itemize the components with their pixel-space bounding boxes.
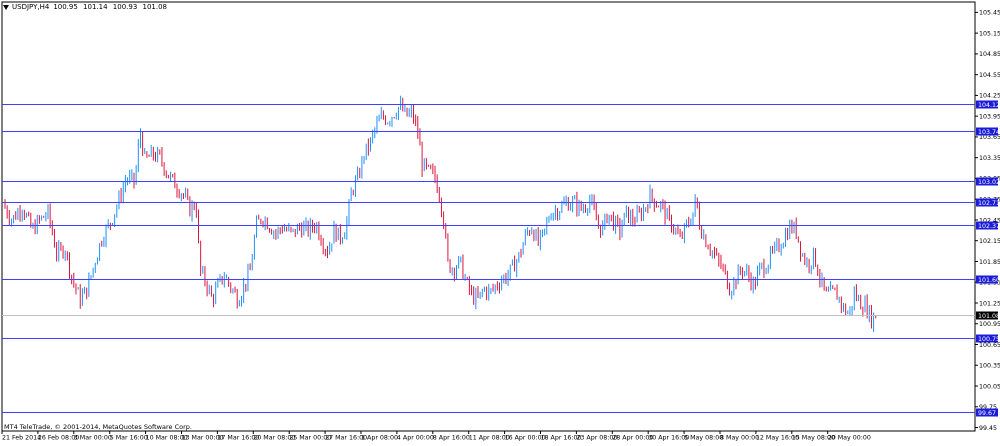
- ohlc-values: 100.95 101.14 100.93 101.08: [53, 3, 170, 11]
- x-tick-label: 30 Apr 16:00: [648, 435, 689, 442]
- x-tick-label: 23 Apr 08:00: [576, 435, 617, 442]
- level-price-label: 103.74: [978, 129, 1000, 136]
- y-tick-label: 100.95: [979, 321, 1000, 328]
- open-value: 100.95: [53, 3, 78, 11]
- x-tick-label: 3 Mar 00:00: [74, 435, 112, 442]
- level-price-label: 101.60: [978, 277, 1000, 284]
- x-tick-label: 16 Apr 00:00: [505, 435, 546, 442]
- x-tick-label: 20 May 00:00: [828, 435, 871, 442]
- close-value: 101.08: [142, 3, 168, 11]
- y-tick-label: 103.35: [979, 155, 1000, 162]
- x-tick-label: 1 Apr 08:00: [361, 435, 398, 442]
- y-tick-label: 105.15: [979, 30, 1000, 37]
- low-value: 100.93: [112, 3, 138, 11]
- chart-title-bar: USDJPY,H4 100.95 101.14 100.93 101.08: [3, 1, 170, 13]
- y-tick-label: 104.55: [979, 72, 1000, 79]
- x-tick-label: 8 May 00:00: [720, 435, 759, 442]
- high-value: 101.14: [83, 3, 108, 11]
- y-tick-label: 101.85: [979, 259, 1000, 266]
- y-tick-label: 101.25: [979, 300, 1000, 307]
- level-price-label: 100.75: [978, 336, 1000, 343]
- level-price-label: 103.02: [978, 179, 1000, 186]
- copyright-text: MT4 TeleTrade, © 2001-2014, MetaQuotes S…: [4, 423, 192, 431]
- y-tick-label: 99.45: [979, 425, 997, 432]
- level-price-label: 102.37: [978, 223, 1000, 230]
- chart-window[interactable]: 105.45 105.15 104.85 104.55 104.25 103.95 103.…: [0, 0, 1000, 442]
- y-tick-label: 104.85: [979, 51, 1000, 58]
- plot-frame: [1, 1, 976, 432]
- level-price-label: 99.67: [978, 410, 996, 417]
- x-tick-label: 5 Mar 16:00: [110, 435, 148, 442]
- y-tick-label: 102.15: [979, 238, 1000, 245]
- y-tick-label: 103.95: [979, 113, 1000, 120]
- x-tick-label: 8 Apr 16:00: [433, 435, 470, 442]
- dropdown-triangle-icon[interactable]: [3, 4, 9, 10]
- y-tick-label: 100.35: [979, 363, 1000, 370]
- x-tick-label: 4 Apr 00:00: [397, 435, 434, 442]
- y-tick-label: 104.25: [979, 93, 1000, 100]
- y-tick-label: 100.05: [979, 383, 1000, 390]
- x-tick-label: 5 May 08:00: [684, 435, 723, 442]
- symbol-label: USDJPY,H4: [12, 3, 50, 11]
- level-price-label: 104.12: [978, 102, 1000, 109]
- x-tick-label: 21 Feb 2014: [2, 435, 41, 442]
- price-chart[interactable]: 105.45 105.15 104.85 104.55 104.25 103.95 103.…: [0, 0, 1000, 442]
- y-tick-label: 105.45: [979, 10, 1000, 17]
- current-price-label: 101.08: [978, 313, 1000, 320]
- x-tick-label: 18 Apr 16:00: [541, 435, 582, 442]
- x-tick-label: 11 Apr 08:00: [469, 435, 510, 442]
- level-price-label: 102.71: [978, 200, 1000, 207]
